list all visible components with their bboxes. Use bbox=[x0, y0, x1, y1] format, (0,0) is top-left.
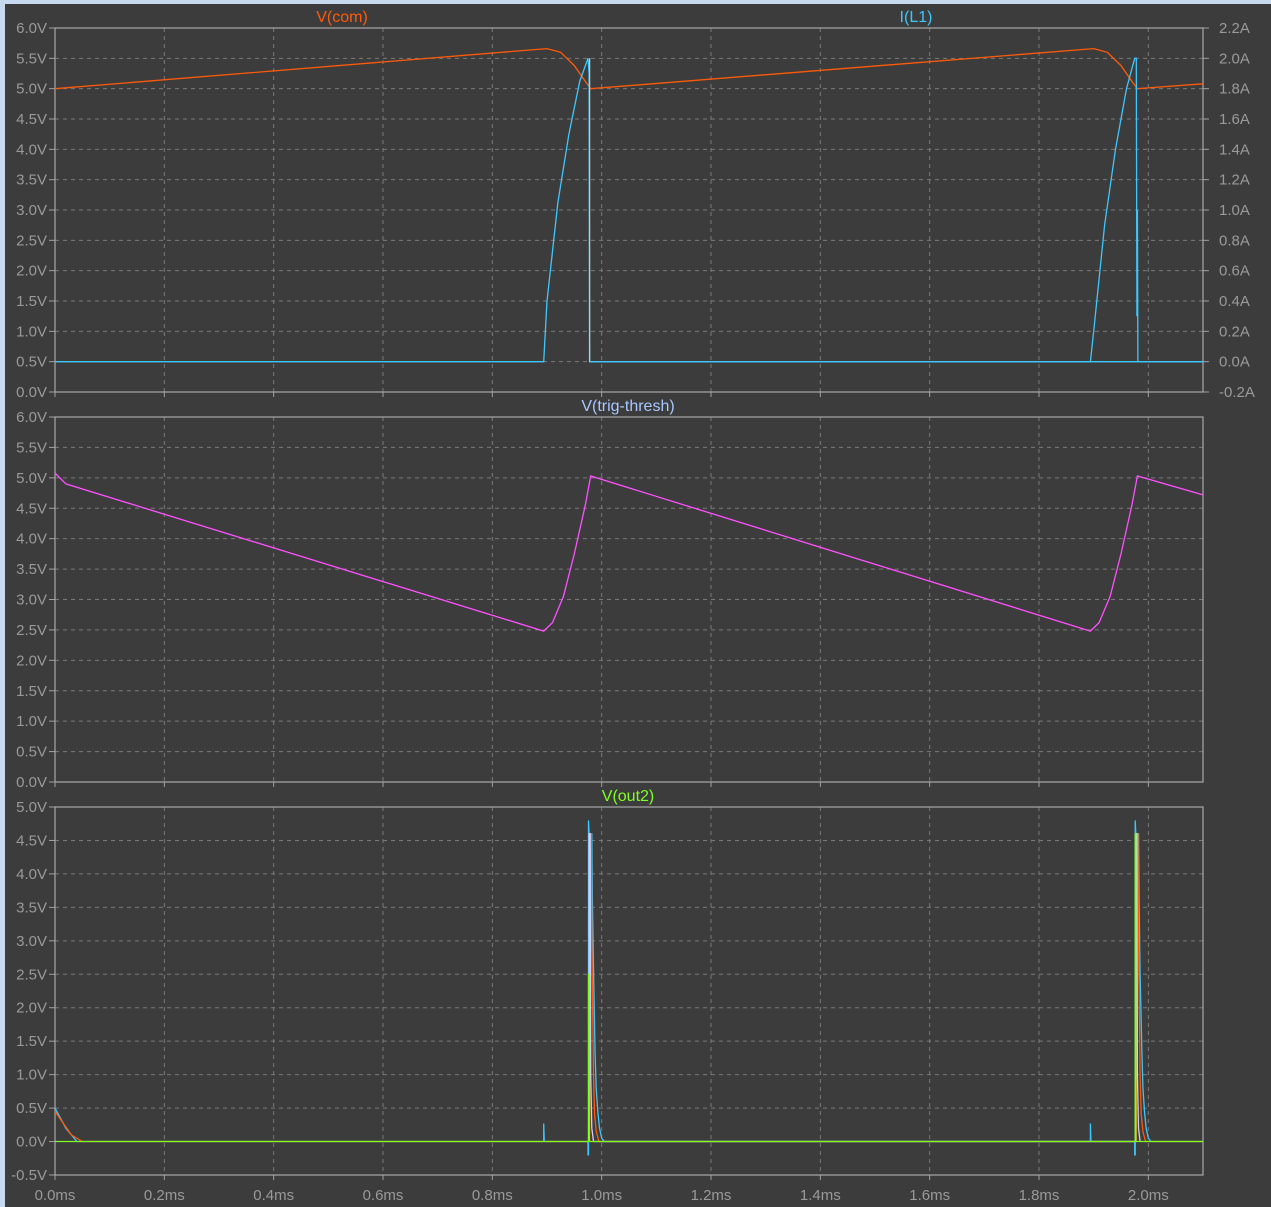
y-tick-label: 0.0V bbox=[16, 774, 47, 791]
y2-tick-label: 1.2A bbox=[1219, 172, 1250, 189]
y2-tick-label: 1.0A bbox=[1219, 202, 1250, 219]
plot-frame bbox=[54, 806, 1204, 1176]
y-tick-label: 0.5V bbox=[16, 1100, 47, 1117]
y2-tick-label: 2.0A bbox=[1219, 50, 1250, 67]
y-tick-label: 1.5V bbox=[16, 293, 47, 310]
y-tick-label: 6.0V bbox=[16, 20, 47, 37]
y-tick-label: 4.0V bbox=[16, 866, 47, 883]
plot-frame bbox=[54, 416, 1204, 783]
y-tick-label: 4.5V bbox=[16, 111, 47, 128]
y-tick-label: 4.0V bbox=[16, 141, 47, 158]
y2-tick-label: 0.0A bbox=[1219, 354, 1250, 371]
y-tick-label: 2.5V bbox=[16, 622, 47, 639]
y-tick-label: 3.0V bbox=[16, 592, 47, 609]
y-tick-label: 0.5V bbox=[16, 354, 47, 371]
y-tick-label: 2.5V bbox=[16, 232, 47, 249]
trace-title[interactable]: V(out2) bbox=[602, 788, 654, 805]
y-tick-label: 0.0V bbox=[16, 1134, 47, 1151]
y-tick-label: 1.5V bbox=[16, 1033, 47, 1050]
y-tick-label: 5.5V bbox=[16, 439, 47, 456]
y-tick-label: 3.5V bbox=[16, 899, 47, 916]
y2-tick-label: 1.8A bbox=[1219, 81, 1250, 98]
trace-title[interactable]: V(com) bbox=[316, 9, 368, 26]
y-tick-label: 5.0V bbox=[16, 81, 47, 98]
y2-tick-label: 0.6A bbox=[1219, 263, 1250, 280]
series-line-trace-orange bbox=[54, 833, 1203, 1143]
y-tick-label: 3.5V bbox=[16, 561, 47, 578]
series-line-trace-cyan bbox=[54, 820, 1203, 1156]
y-tick-label: 2.0V bbox=[16, 263, 47, 280]
x-tick-label: 1.4ms bbox=[800, 1187, 841, 1204]
y-tick-label: 3.5V bbox=[16, 172, 47, 189]
y2-tick-label: 1.4A bbox=[1219, 141, 1250, 158]
y-tick-label: 2.5V bbox=[16, 966, 47, 983]
trace-title-secondary[interactable]: I(L1) bbox=[900, 9, 933, 26]
y-tick-label: -0.5V bbox=[11, 1167, 47, 1184]
y-tick-label: 3.0V bbox=[16, 202, 47, 219]
y2-tick-label: 0.4A bbox=[1219, 293, 1250, 310]
x-tick-label: 0.6ms bbox=[363, 1187, 404, 1204]
plot-frame bbox=[54, 27, 1204, 393]
y-tick-label: 5.0V bbox=[16, 470, 47, 487]
y-tick-label: 4.5V bbox=[16, 832, 47, 849]
plot-pane-3[interactable]: -0.5V 0.0V 0.5V 1.0V 1.5V 2.0V 2.5V 3.0V 3.5V 4.0… bbox=[11, 788, 1204, 1204]
y-tick-label: 1.5V bbox=[16, 683, 47, 700]
y-tick-label: 2.0V bbox=[16, 652, 47, 669]
y2-tick-label: 1.6A bbox=[1219, 111, 1250, 128]
series-line-i-l1- bbox=[55, 58, 1203, 363]
y-tick-label: 1.0V bbox=[16, 1067, 47, 1084]
series-line-v-com- bbox=[54, 47, 1204, 90]
y-tick-label: 6.0V bbox=[16, 409, 47, 426]
y-tick-label: 4.0V bbox=[16, 531, 47, 548]
series-line-trace-white bbox=[588, 833, 1141, 1143]
plot-pane-1[interactable]: 0.0V 0.5V 1.0V 1.5V 2.0V 2.5V 3.0V 3.5V 4.0V 4.5V… bbox=[16, 9, 1255, 401]
series-line-v-out2- bbox=[55, 833, 1203, 1143]
y-tick-label: 1.0V bbox=[16, 323, 47, 340]
x-tick-label: 1.8ms bbox=[1019, 1187, 1060, 1204]
series-line-v-trig-thresh- bbox=[54, 472, 1204, 632]
waveform-viewer[interactable]: 0.0V 0.5V 1.0V 1.5V 2.0V 2.5V 3.0V 3.5V 4.0V 4.5V… bbox=[0, 0, 1271, 1207]
x-tick-label: 0.4ms bbox=[253, 1187, 294, 1204]
y-tick-label: 0.5V bbox=[16, 744, 47, 761]
x-tick-label: 0.8ms bbox=[472, 1187, 513, 1204]
y-tick-label: 0.0V bbox=[16, 384, 47, 401]
x-tick-label: 2.0ms bbox=[1128, 1187, 1169, 1204]
x-tick-label: 0.2ms bbox=[144, 1187, 185, 1204]
y-tick-label: 5.0V bbox=[16, 799, 47, 816]
y-tick-label: 4.5V bbox=[16, 500, 47, 517]
y-tick-label: 5.5V bbox=[16, 50, 47, 67]
y2-tick-label: 2.2A bbox=[1219, 20, 1250, 37]
trace-title[interactable]: V(trig-thresh) bbox=[581, 398, 674, 415]
y-tick-label: 1.0V bbox=[16, 713, 47, 730]
x-tick-label: 1.2ms bbox=[691, 1187, 732, 1204]
y2-tick-label: -0.2A bbox=[1219, 384, 1255, 401]
x-tick-label: 0.0ms bbox=[35, 1187, 76, 1204]
x-tick-label: 1.0ms bbox=[581, 1187, 622, 1204]
y2-tick-label: 0.8A bbox=[1219, 232, 1250, 249]
plot-pane-2[interactable]: 0.0V 0.5V 1.0V 1.5V 2.0V 2.5V 3.0V 3.5V 4.0V 4.5V… bbox=[16, 398, 1204, 791]
y-tick-label: 2.0V bbox=[16, 1000, 47, 1017]
x-tick-label: 1.6ms bbox=[909, 1187, 950, 1204]
y-tick-label: 3.0V bbox=[16, 933, 47, 950]
y2-tick-label: 0.2A bbox=[1219, 323, 1250, 340]
